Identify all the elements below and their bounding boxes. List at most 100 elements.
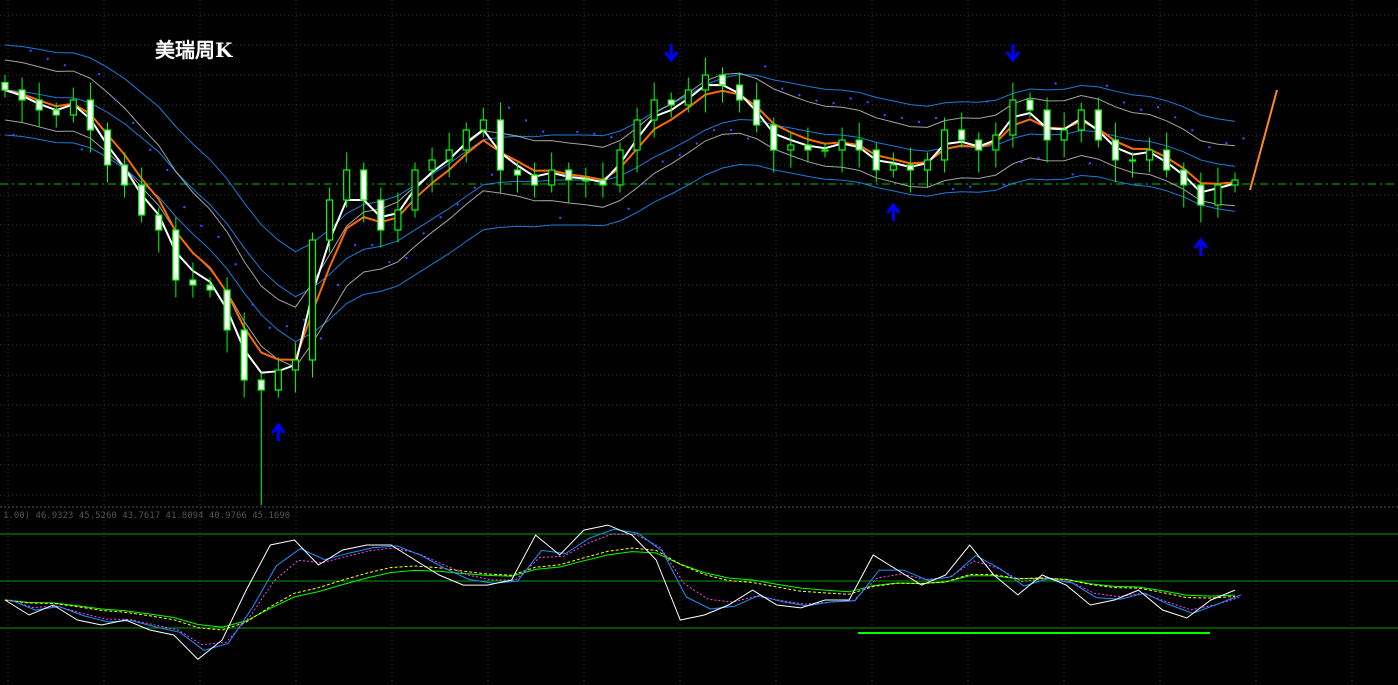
sar-dot	[234, 263, 237, 266]
candle-bullish	[462, 129, 470, 151]
sar-dot	[781, 87, 784, 90]
candle-bullish	[428, 159, 436, 171]
sar-dot	[422, 232, 425, 235]
candle-bullish	[1077, 109, 1085, 131]
candle-bearish	[1026, 99, 1034, 111]
candle-bearish	[1197, 184, 1205, 206]
candle-bearish	[1, 81, 9, 91]
candle-bullish	[291, 359, 300, 371]
candle-bearish	[52, 109, 60, 116]
sar-dot	[1054, 82, 1057, 85]
candle-bullish	[325, 199, 334, 241]
candle-bearish	[496, 119, 505, 171]
sar-dot	[986, 100, 989, 103]
sar-dot	[1208, 146, 1211, 149]
candle-bullish	[445, 149, 453, 161]
candle-bullish	[787, 144, 795, 151]
candle-bearish	[1094, 109, 1102, 141]
sar-dot	[12, 133, 15, 137]
candle-bearish	[103, 129, 112, 166]
sar-dot	[200, 224, 203, 228]
sar-dot	[319, 337, 323, 340]
sar-dot	[712, 128, 716, 132]
candle-bullish	[308, 239, 317, 361]
grid	[0, 0, 1398, 685]
candle-bearish	[86, 99, 95, 131]
candle-bullish	[1145, 149, 1154, 161]
candle-bearish	[360, 169, 368, 201]
sar-dot	[1020, 160, 1023, 164]
sar-dot	[1174, 116, 1177, 119]
sar-dot	[1225, 141, 1228, 145]
sar-dot	[114, 99, 118, 102]
candle-bullish	[940, 129, 949, 161]
candle-bearish	[377, 199, 385, 231]
up-arrow-icon	[271, 422, 286, 441]
down-arrow-icon	[1005, 44, 1021, 63]
candle-bullish	[394, 209, 402, 231]
sar-dot	[849, 97, 852, 100]
candle-bearish	[1111, 139, 1120, 161]
projection-line	[1249, 89, 1278, 191]
sar-dot	[507, 106, 511, 109]
sar-dot	[354, 243, 357, 247]
candle-bullish	[479, 119, 487, 131]
sar-dot	[149, 148, 152, 152]
candle-bearish	[223, 289, 231, 331]
sar-dot	[524, 119, 528, 122]
sar-dot	[302, 318, 306, 321]
sar-dot	[832, 101, 835, 105]
sar-dot	[900, 116, 904, 120]
candle-bullish	[274, 369, 282, 391]
chart-title: 美瑞周K	[155, 38, 233, 62]
candle-bearish	[958, 129, 966, 141]
sar-dot	[627, 207, 630, 211]
candle-bearish	[120, 164, 129, 186]
sar-dot	[883, 114, 886, 117]
candle-bearish	[804, 144, 812, 151]
candle-bullish	[616, 149, 624, 186]
sar-dot	[251, 303, 254, 306]
candle-bullish	[582, 179, 590, 182]
candle-bullish	[1060, 129, 1068, 141]
sar-dot	[405, 256, 408, 260]
candle-bearish	[513, 169, 522, 176]
sar-dot	[131, 121, 135, 125]
candle-bearish	[1180, 169, 1188, 186]
sar-dot	[1105, 84, 1109, 87]
candle-bearish	[138, 184, 146, 216]
indicator-overlays	[4, 44, 1278, 374]
sar-dot	[63, 64, 66, 67]
sar-dot	[1242, 137, 1245, 140]
sar-dot	[576, 130, 579, 134]
candle-bullish	[821, 149, 829, 152]
sar-dot	[917, 120, 921, 124]
candle-bearish	[1043, 109, 1051, 141]
candle-bearish	[599, 179, 607, 186]
chart-canvas[interactable]	[0, 0, 1398, 685]
sar-dot	[593, 132, 596, 135]
sar-dot	[764, 65, 767, 68]
candle-bearish	[565, 169, 573, 181]
sar-dot	[1139, 108, 1143, 111]
sar-dot	[490, 173, 494, 176]
candle-bearish	[18, 89, 26, 101]
candles	[1, 57, 1239, 505]
sar-dot	[1088, 162, 1091, 165]
sar-dot	[388, 260, 391, 264]
sar-dot	[678, 153, 681, 157]
candle-bearish	[257, 379, 265, 391]
candle-bullish	[684, 89, 692, 106]
sar-dot	[610, 136, 613, 139]
candle-bullish	[69, 99, 77, 116]
oscillator-signal-green	[4, 551, 1236, 628]
sar-dot	[866, 101, 869, 104]
candle-bullish	[1009, 99, 1017, 136]
candle-bearish	[189, 279, 197, 286]
oscillator-signal-yellow	[4, 547, 1236, 631]
up-arrow-icon	[1193, 237, 1209, 256]
candle-bullish	[889, 164, 897, 171]
candle-bearish	[667, 99, 675, 106]
candle-bearish	[753, 99, 761, 126]
up-arrow-icon	[886, 202, 901, 221]
